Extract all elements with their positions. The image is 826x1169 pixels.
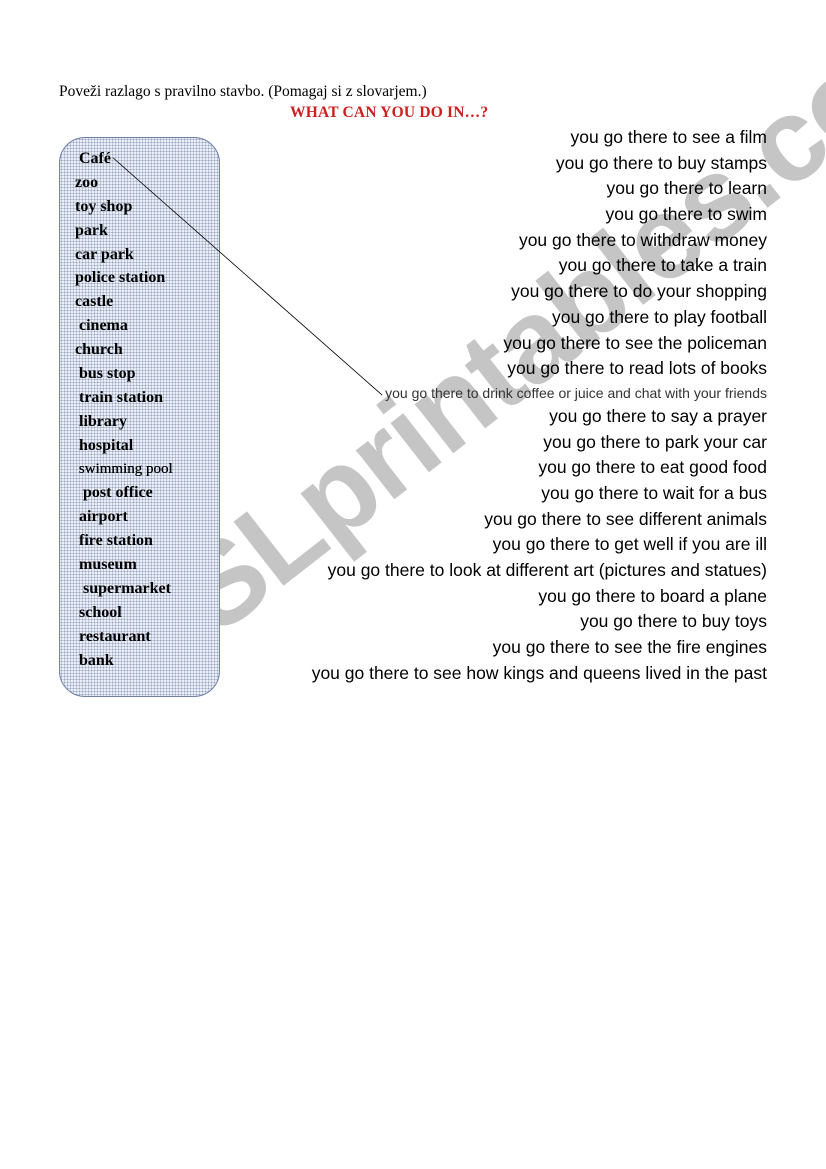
place-item[interactable]: train station (75, 386, 173, 410)
place-item[interactable]: church (75, 338, 173, 362)
definition-item[interactable]: you go there to wait for a bus (312, 481, 767, 507)
definition-item[interactable]: you go there to buy toys (312, 609, 767, 635)
place-item[interactable]: swimming pool (75, 458, 173, 482)
place-item[interactable]: castle (75, 290, 173, 314)
place-item[interactable]: car park (75, 243, 173, 267)
place-item[interactable]: airport (75, 505, 173, 529)
place-item[interactable]: school (75, 601, 173, 625)
place-item[interactable]: museum (75, 553, 173, 577)
definition-item[interactable]: you go there to see the fire engines (312, 635, 767, 661)
places-list: Café zoo toy shop park car park police statio… (75, 147, 173, 673)
place-item[interactable]: post office (75, 481, 173, 505)
definition-item[interactable]: you go there to see a film (312, 125, 768, 151)
definition-item[interactable]: you go there to withdraw money (312, 228, 767, 254)
definition-item[interactable]: you go there to say a prayer (312, 404, 767, 430)
definition-item[interactable]: you go there to play football (312, 305, 767, 331)
place-item[interactable]: fire station (75, 529, 173, 553)
instruction-text: Poveži razlago s pravilno stavbo. (Pomag… (59, 83, 427, 100)
definition-item[interactable]: you go there to swim (312, 202, 767, 228)
place-item[interactable]: zoo (75, 171, 173, 195)
place-item[interactable]: toy shop (75, 195, 173, 219)
definition-item[interactable]: you go there to look at different art (p… (312, 558, 767, 584)
definition-item[interactable]: you go there to see how kings and queens… (312, 661, 767, 687)
definition-item[interactable]: you go there to see the policeman (312, 331, 767, 357)
place-item[interactable]: restaurant (75, 625, 173, 649)
definition-item[interactable]: you go there to read lots of books (312, 356, 767, 382)
place-item[interactable]: park (75, 219, 173, 243)
place-item[interactable]: bus stop (75, 362, 173, 386)
definitions-list: you go there to see a film you go there t… (312, 125, 767, 686)
place-item[interactable]: library (75, 410, 173, 434)
definition-item[interactable]: you go there to take a train (312, 253, 767, 279)
definition-item[interactable]: you go there to get well if you are ill (312, 532, 767, 558)
place-item[interactable]: supermarket (75, 577, 173, 601)
place-item[interactable]: police station (75, 266, 173, 290)
worksheet-title: WHAT CAN YOU DO IN…? (290, 104, 489, 121)
definition-item[interactable]: you go there to drink coffee or juice an… (312, 382, 767, 404)
place-item[interactable]: cinema (75, 314, 173, 338)
definition-item[interactable]: you go there to park your car (312, 430, 767, 456)
definition-item[interactable]: you go there to buy stamps (312, 151, 767, 177)
place-item[interactable]: bank (75, 649, 173, 673)
definition-item[interactable]: you go there to learn (312, 176, 767, 202)
place-item[interactable]: Café (75, 147, 173, 171)
place-item[interactable]: hospital (75, 434, 173, 458)
definition-item[interactable]: you go there to eat good food (312, 455, 767, 481)
definition-item[interactable]: you go there to see different animals (312, 507, 767, 533)
definition-item[interactable]: you go there to board a plane (312, 584, 767, 610)
definition-item[interactable]: you go there to do your shopping (312, 279, 767, 305)
